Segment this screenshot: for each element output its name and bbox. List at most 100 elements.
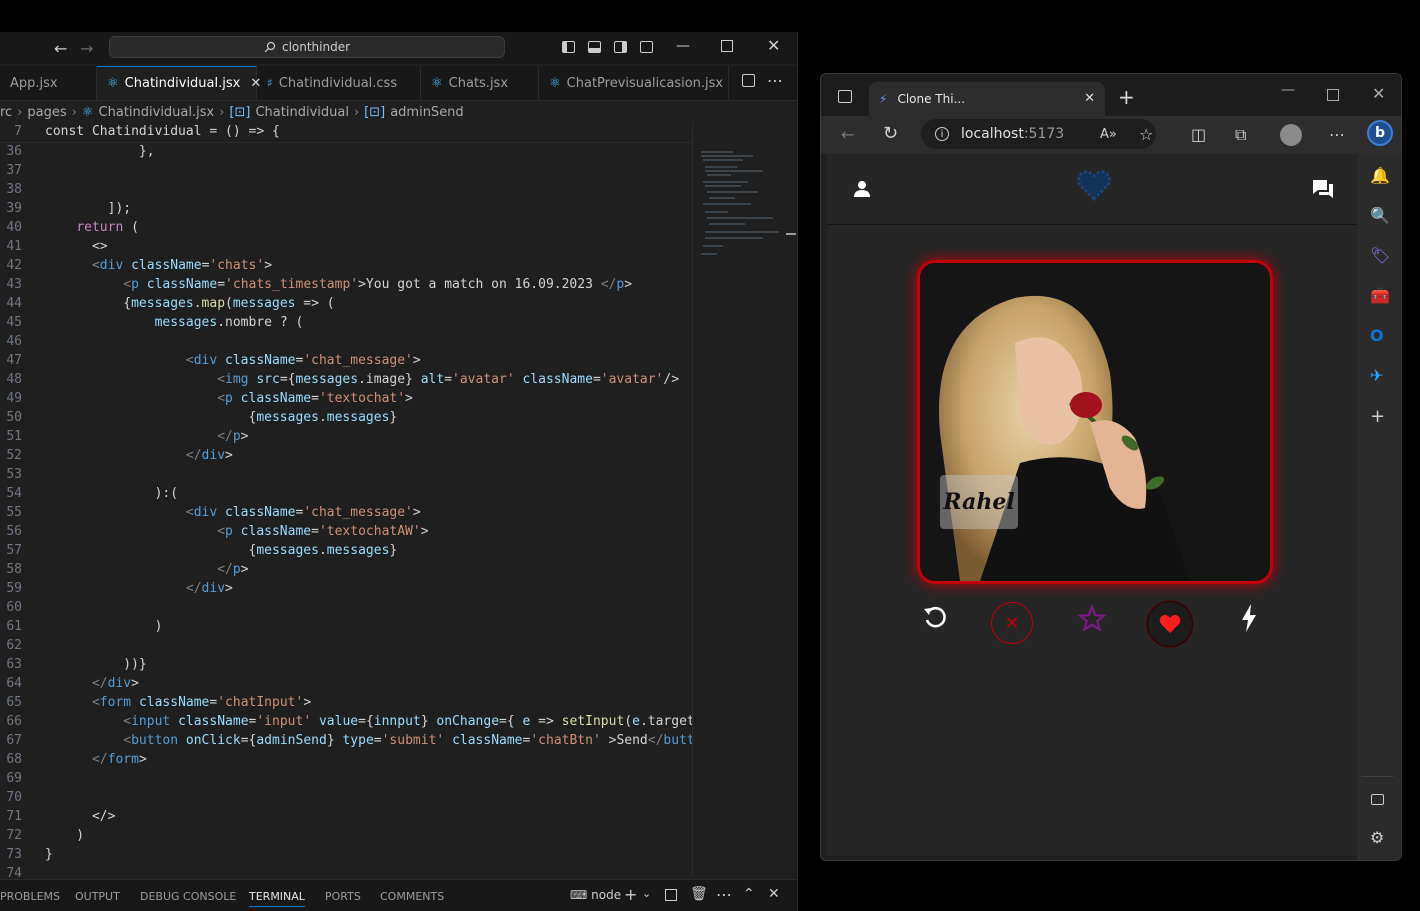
bell-icon[interactable]: 🔔 [1370,166,1390,185]
code-line[interactable]: 69 [0,769,692,788]
scrollbar-thumb[interactable] [786,233,796,235]
code-line[interactable]: 61 ) [0,617,692,636]
code-line[interactable]: 65 <form className='chatInput'> [0,693,692,712]
shopping-tag-icon[interactable]: 🏷 [1370,246,1390,265]
tab-actions-icon[interactable] [838,90,852,103]
more-actions-icon[interactable]: ⋯ [716,885,732,904]
minimize-icon[interactable]: — [1281,82,1295,98]
more-options-icon[interactable]: ⋯ [1329,125,1345,144]
code-line[interactable]: 56 <p className='textochatAW'> [0,522,692,541]
code-line[interactable]: 60 [0,598,692,617]
breadcrumb-item[interactable]: Chatindividual [255,105,348,120]
add-icon[interactable]: + [1370,406,1385,427]
extensions-icon[interactable]: ⧉ [1235,125,1246,145]
code-line[interactable]: 68 </form> [0,750,692,769]
terminal-selector[interactable]: ⌨ node [570,888,621,902]
code-line[interactable]: 41 <> [0,237,692,256]
heart-logo-icon[interactable] [1075,166,1113,204]
code-line[interactable]: 36 }, [0,142,692,161]
back-arrow-icon[interactable]: ← [54,39,67,58]
toggle-panel-icon[interactable] [588,41,601,53]
chevron-down-icon[interactable]: ⌄ [642,887,651,900]
maximize-icon[interactable] [721,40,733,52]
tab-app-jsx[interactable]: App.jsx [0,66,97,100]
send-icon[interactable]: ✈ [1370,366,1383,385]
code-line[interactable]: 37 [0,161,692,180]
tab-terminal[interactable]: TERMINAL [249,890,305,907]
tab-ports[interactable]: PORTS [325,890,361,903]
maximize-icon[interactable] [1327,89,1339,101]
code-line[interactable]: 48 <img src={messages.image} alt='avatar… [0,370,692,389]
tab-chatindividual-jsx[interactable]: ⚛ Chatindividual.jsx ✕ [97,66,261,100]
tab-chats-jsx[interactable]: ⚛ Chats.jsx [421,66,539,100]
browser-tab[interactable]: ⚡ Clone Thi... ✕ [869,82,1105,116]
split-screen-icon[interactable]: ◫ [1191,125,1206,144]
tab-problems[interactable]: PROBLEMS [0,890,60,903]
trash-icon[interactable]: 🗑 [690,886,708,902]
code-line[interactable]: 44 {messages.map(messages => ( [0,294,692,313]
address-bar[interactable]: i localhost:5173 [921,119,1156,149]
maximize-panel-icon[interactable]: ⌃ [743,886,755,902]
breadcrumb-item[interactable]: rc [0,105,12,120]
forward-arrow-icon[interactable]: → [80,39,93,58]
profile-card[interactable]: Rahel [917,260,1273,584]
chat-bubbles-icon[interactable] [1311,178,1335,200]
close-panel-icon[interactable]: ✕ [768,886,780,902]
copilot-icon[interactable]: b [1367,120,1393,146]
close-tab-icon[interactable]: ✕ [1084,91,1095,106]
code-line[interactable]: 63 ))} [0,655,692,674]
tab-chatindividual-css[interactable]: ♯ Chatindividual.css [257,66,421,100]
code-line[interactable]: 59 </div> [0,579,692,598]
breadcrumb-item[interactable]: Chatindividual.jsx [99,105,215,120]
close-window-icon[interactable]: ✕ [1372,84,1385,103]
tools-icon[interactable]: 🧰 [1370,286,1390,305]
minimap[interactable] [692,122,786,877]
code-line[interactable]: 39 ]); [0,199,692,218]
new-terminal-icon[interactable]: + [624,885,637,904]
code-line[interactable]: 67 <button onClick={adminSend} type='sub… [0,731,692,750]
code-line[interactable]: 62 [0,636,692,655]
code-line[interactable]: 49 <p className='textochat'> [0,389,692,408]
code-line[interactable]: 53 [0,465,692,484]
code-line[interactable]: 72 ) [0,826,692,845]
customize-layout-icon[interactable] [640,41,653,53]
code-line[interactable]: 55 <div className='chat_message'> [0,503,692,522]
tab-chatprevisualicasion-jsx[interactable]: ⚛ ChatPrevisualicasion.jsx [539,66,729,100]
minimize-icon[interactable]: — [676,38,690,54]
toggle-secondary-sidebar-icon[interactable] [614,41,627,53]
code-line[interactable]: 52 </div> [0,446,692,465]
code-line[interactable]: 50 {messages.messages} [0,408,692,427]
code-editor[interactable]: 36 }, 37 38 39 ]); 40 return (41 <> 42 <div c… [0,122,797,881]
tab-debug-console[interactable]: DEBUG CONSOLE [140,890,236,903]
settings-gear-icon[interactable]: ⚙ [1370,828,1384,847]
breadcrumb-item[interactable]: pages [27,105,66,120]
code-line[interactable]: 66 <input className='input' value={innpu… [0,712,692,731]
refresh-icon[interactable]: ↻ [883,123,898,144]
dislike-button[interactable]: ✕ [991,602,1033,644]
code-line[interactable]: 47 <div className='chat_message'> [0,351,692,370]
superlike-button[interactable] [1077,604,1107,634]
code-line[interactable]: 58 </p> [0,560,692,579]
code-line[interactable]: 71 </> [0,807,692,826]
like-button[interactable] [1148,602,1192,646]
editor-scrollbar[interactable] [785,122,797,877]
profile-avatar[interactable] [1280,124,1302,146]
code-line[interactable]: 38 [0,180,692,199]
command-center-search[interactable]: clonthinder [109,36,505,58]
outlook-icon[interactable]: O [1370,326,1384,345]
code-line[interactable]: 42 <div className='chats'> [0,256,692,275]
code-line[interactable]: 51 </p> [0,427,692,446]
close-window-icon[interactable]: ✕ [767,36,780,55]
person-icon[interactable] [853,180,871,198]
code-line[interactable]: 57 {messages.messages} [0,541,692,560]
boost-button[interactable] [1235,602,1263,634]
split-editor-icon[interactable] [742,74,755,87]
code-line[interactable]: 54 ):( [0,484,692,503]
new-tab-icon[interactable]: + [1118,85,1135,109]
code-line[interactable]: 64 </div> [0,674,692,693]
code-line[interactable]: 43 <p className='chats_timestamp'>You go… [0,275,692,294]
sticky-scroll-line[interactable]: 7 const Chatindividual = () => { [0,122,692,143]
info-icon[interactable]: i [935,127,949,141]
tab-comments[interactable]: COMMENTS [380,890,444,903]
back-icon[interactable]: ← [841,125,854,144]
